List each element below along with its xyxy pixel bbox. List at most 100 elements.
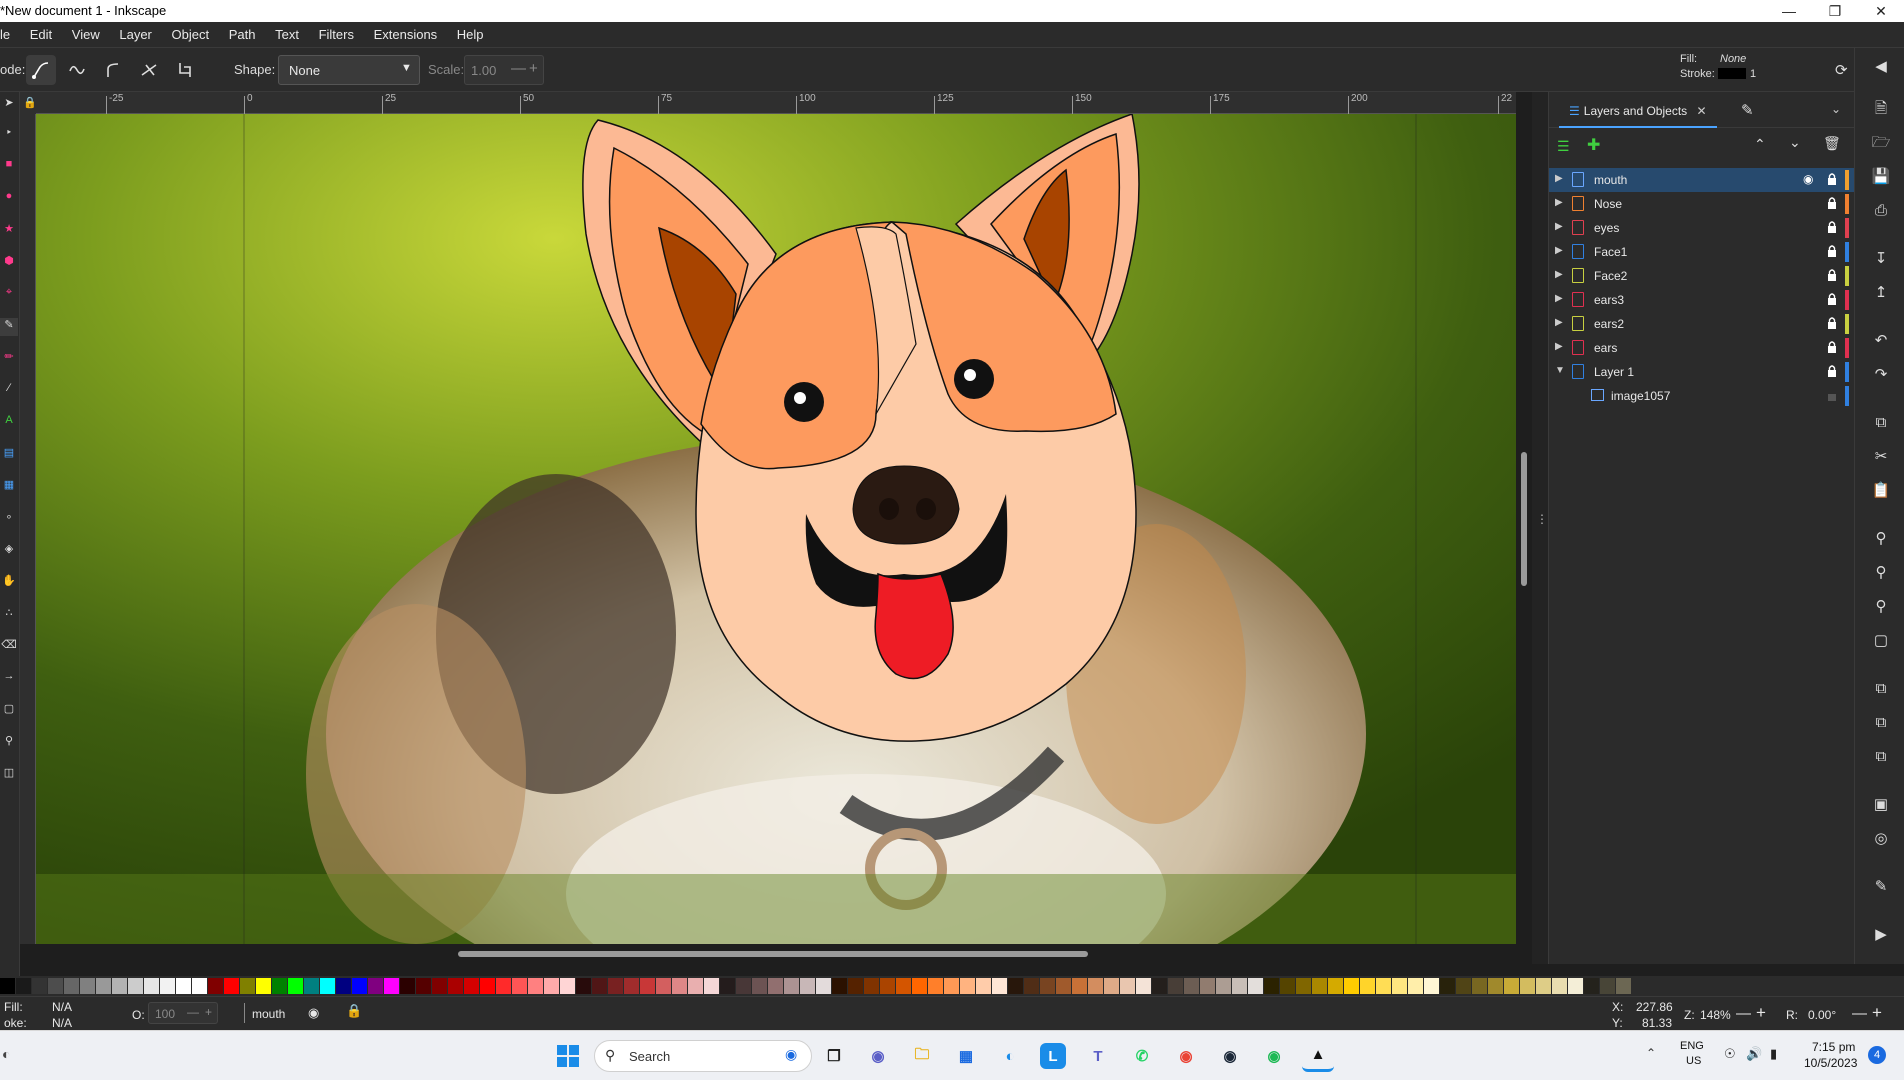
fill-stroke-dialog-icon[interactable]: ✎ <box>1870 876 1892 898</box>
palette-swatch[interactable] <box>1232 978 1248 994</box>
lock-icon[interactable] <box>1827 292 1837 306</box>
collapse-bar-icon[interactable]: ◀ <box>1870 56 1892 78</box>
tab-layers-and-objects[interactable]: ☰ Layers and Objects ✕ <box>1559 92 1717 128</box>
menu-file[interactable]: le <box>0 22 18 48</box>
spiro-mode-button[interactable] <box>62 55 92 85</box>
menu-text[interactable]: Text <box>267 22 307 48</box>
scale-increment[interactable]: + <box>529 60 538 77</box>
palette-swatch[interactable] <box>1472 978 1488 994</box>
palette-swatch[interactable] <box>352 978 368 994</box>
save-icon[interactable]: 💾 <box>1870 166 1892 188</box>
object-row-image1057[interactable]: image1057 <box>1549 384 1855 408</box>
paint-bucket-tool-icon[interactable]: ◈ <box>0 542 18 560</box>
palette-swatch[interactable] <box>1264 978 1280 994</box>
add-layer-icon[interactable]: ✚ <box>1587 135 1600 155</box>
gradient-tool-icon[interactable]: ▤ <box>0 446 18 464</box>
vertical-ruler[interactable] <box>20 114 36 944</box>
mesh-tool-icon[interactable]: ▦ <box>0 478 18 496</box>
expand-arrow-icon[interactable]: ▶ <box>1555 293 1563 304</box>
palette-swatch[interactable] <box>1344 978 1360 994</box>
palette-swatch[interactable] <box>1088 978 1104 994</box>
palette-swatch[interactable] <box>1168 978 1184 994</box>
palette-swatch[interactable] <box>16 978 32 994</box>
hidden-icons-chevron-icon[interactable]: ⌃ <box>1646 1046 1656 1060</box>
palette-swatch[interactable] <box>1152 978 1168 994</box>
ellipse-tool-icon[interactable]: ● <box>0 190 18 208</box>
panel-menu-chevron-icon[interactable]: ⌄ <box>1831 102 1841 116</box>
steam-icon[interactable]: ◉ <box>1214 1040 1246 1072</box>
menu-extensions[interactable]: Extensions <box>366 22 446 48</box>
lock-guides-icon[interactable]: 🔒 <box>23 96 37 109</box>
palette-swatch[interactable] <box>960 978 976 994</box>
palette-swatch[interactable] <box>800 978 816 994</box>
palette-swatch[interactable] <box>240 978 256 994</box>
unlink-clone-icon[interactable]: ⧉ <box>1870 746 1892 768</box>
menu-filters[interactable]: Filters <box>311 22 362 48</box>
palette-swatch[interactable] <box>1424 978 1440 994</box>
print-icon[interactable]: ⎙ <box>1870 200 1892 222</box>
node-tool-icon[interactable]: ‣ <box>0 126 18 144</box>
lock-icon[interactable] <box>1827 196 1837 210</box>
palette-swatch[interactable] <box>1056 978 1072 994</box>
palette-swatch[interactable] <box>736 978 752 994</box>
zoom-tool-icon[interactable]: ⚲ <box>0 734 18 752</box>
palette-swatch[interactable] <box>1136 978 1152 994</box>
new-document-icon[interactable]: 🗎 <box>1870 98 1892 120</box>
text-tool-icon[interactable]: A <box>0 414 18 432</box>
collapse-arrow-icon[interactable]: ▼ <box>1555 365 1565 376</box>
palette-swatch[interactable] <box>1440 978 1456 994</box>
layer-row-ears[interactable]: ▶ ears <box>1549 336 1855 360</box>
palette-swatch[interactable] <box>1392 978 1408 994</box>
box3d-tool-icon[interactable]: ⬢ <box>0 254 18 272</box>
duplicate-icon[interactable]: ⧉ <box>1870 678 1892 700</box>
palette-swatch[interactable] <box>1072 978 1088 994</box>
whatsapp-icon[interactable]: ✆ <box>1126 1040 1158 1072</box>
start-button[interactable] <box>552 1040 584 1072</box>
palette-swatch[interactable] <box>176 978 192 994</box>
palette-swatch[interactable] <box>1024 978 1040 994</box>
open-file-icon[interactable]: 🗁 <box>1870 132 1892 154</box>
fill-stroke-tab-icon[interactable]: ✎ <box>1741 101 1754 119</box>
palette-swatch[interactable] <box>624 978 640 994</box>
status-stroke-value[interactable]: N/A <box>52 1016 72 1030</box>
notification-badge[interactable]: 4 <box>1868 1046 1886 1064</box>
bezier-mode-button[interactable] <box>26 55 56 85</box>
lock-icon[interactable] <box>1827 364 1837 378</box>
palette-swatch[interactable] <box>768 978 784 994</box>
palette-swatch[interactable] <box>976 978 992 994</box>
chrome-icon[interactable]: ◉ <box>1170 1040 1202 1072</box>
palette-swatch[interactable] <box>640 978 656 994</box>
palette-swatch[interactable] <box>1488 978 1504 994</box>
palette-swatch[interactable] <box>400 978 416 994</box>
zoom-selection-icon[interactable]: ⚲ <box>1870 528 1892 550</box>
palette-swatch[interactable] <box>704 978 720 994</box>
palette-swatch[interactable] <box>816 978 832 994</box>
maximize-button[interactable]: ❐ <box>1812 0 1858 22</box>
canvas-drawing[interactable] <box>36 114 1516 944</box>
scale-decrement[interactable]: — <box>511 60 526 77</box>
palette-swatch[interactable] <box>1552 978 1568 994</box>
scale-input[interactable]: 1.00 — + <box>464 55 544 85</box>
palette-swatch[interactable] <box>112 978 128 994</box>
palette-swatch[interactable] <box>1568 978 1584 994</box>
palette-swatch[interactable] <box>288 978 304 994</box>
palette-swatch[interactable] <box>544 978 560 994</box>
palette-swatch[interactable] <box>224 978 240 994</box>
clock-date[interactable]: 10/5/2023 <box>1804 1056 1857 1070</box>
fill-indicator-value[interactable]: None <box>1720 53 1746 65</box>
close-button[interactable]: ✕ <box>1858 0 1904 22</box>
visibility-eye-icon[interactable]: ◉ <box>1803 172 1813 186</box>
palette-swatch[interactable] <box>784 978 800 994</box>
export-icon[interactable]: ↥ <box>1870 282 1892 304</box>
stroke-width-value[interactable]: 1 <box>1750 68 1756 80</box>
palette-swatch[interactable] <box>688 978 704 994</box>
clone-icon[interactable]: ⧉ <box>1870 712 1892 734</box>
snap-toggle-icon[interactable]: ⟳ <box>1835 61 1853 79</box>
tweak-tool-icon[interactable]: ✋ <box>0 574 18 592</box>
minimize-button[interactable]: — <box>1766 0 1812 22</box>
expand-arrow-icon[interactable]: ▶ <box>1555 221 1563 232</box>
palette-swatch[interactable] <box>144 978 160 994</box>
shape-dropdown[interactable]: None ▼ <box>278 55 420 85</box>
zoom-in-icon[interactable]: + <box>1756 1003 1766 1023</box>
rotation-value[interactable]: 0.00° <box>1808 1008 1836 1022</box>
